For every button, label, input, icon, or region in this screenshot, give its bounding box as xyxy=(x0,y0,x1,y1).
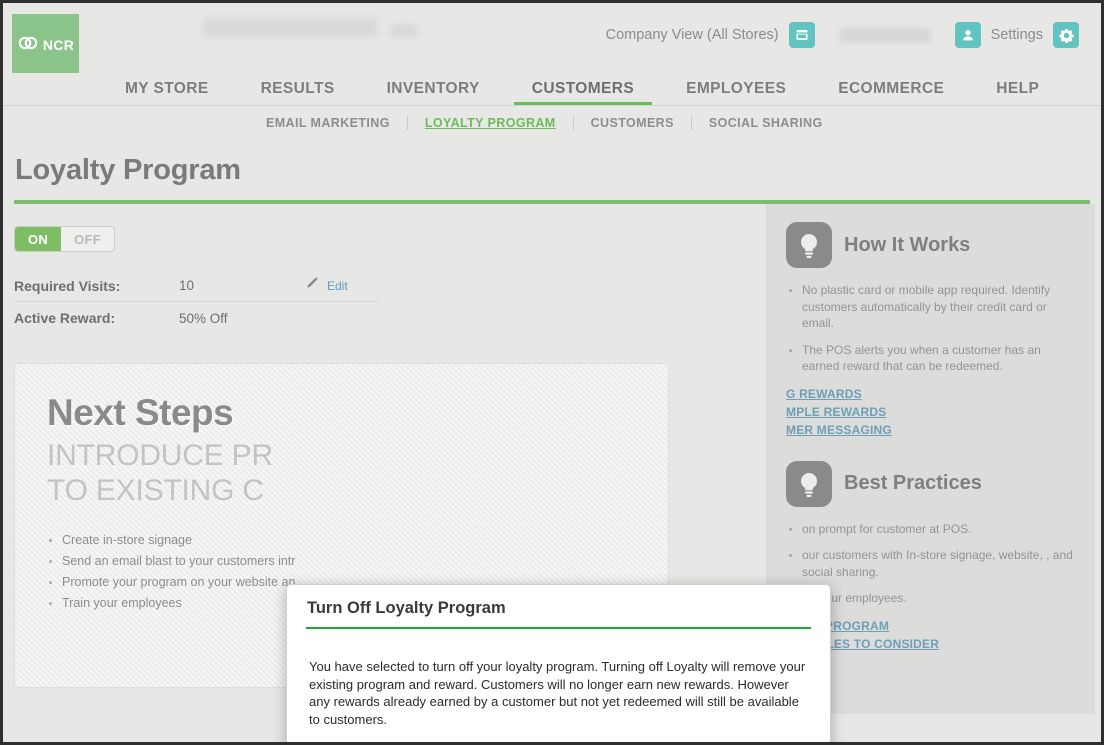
how-it-works-list: No plastic card or mobile app required. … xyxy=(786,282,1075,375)
ncr-logo-text: NCR xyxy=(42,37,75,53)
store-name-blurred xyxy=(203,17,378,37)
next-steps-subtitle-line1: INTRODUCE PR xyxy=(47,439,273,472)
list-item: Send an email blast to your customers in… xyxy=(47,551,636,572)
main-navigation: MY STORE RESULTS INVENTORY CUSTOMERS EMP… xyxy=(3,73,1101,105)
subnav-customers[interactable]: CUSTOMERS xyxy=(574,116,691,130)
modal-title: Turn Off Loyalty Program xyxy=(307,599,506,617)
how-it-works-title: How It Works xyxy=(844,233,971,256)
nav-help[interactable]: HELP xyxy=(970,80,1065,105)
settings-label[interactable]: Settings xyxy=(991,27,1043,43)
user-name-blurred xyxy=(838,27,931,43)
nav-inventory[interactable]: INVENTORY xyxy=(361,80,506,105)
ncr-interlocking-circles-icon xyxy=(17,35,41,56)
user-icon[interactable] xyxy=(954,22,981,48)
store-code-blurred xyxy=(390,24,418,38)
active-reward-value: 50% Off xyxy=(179,310,228,326)
subnav-social-sharing[interactable]: SOCIAL SHARING xyxy=(692,116,840,130)
list-item: on prompt for customer at POS. xyxy=(786,521,1075,538)
best-practices-title: Best Practices xyxy=(844,472,982,494)
page-title: Loyalty Program xyxy=(15,154,241,186)
loyalty-toggle[interactable]: ON OFF xyxy=(14,226,116,252)
company-view-label[interactable]: Company View (All Stores) xyxy=(606,27,779,43)
nav-my-store[interactable]: MY STORE xyxy=(99,80,235,105)
gear-icon[interactable] xyxy=(1053,22,1079,48)
header-actions: Company View (All Stores) Settings xyxy=(606,13,1089,57)
modal-message: You have selected to turn off your loyal… xyxy=(309,659,806,727)
pencil-icon xyxy=(304,275,320,296)
sub-navigation: EMAIL MARKETING LOYALTY PROGRAM CUSTOMER… xyxy=(3,106,1101,140)
next-steps-title: Next Steps xyxy=(47,392,234,433)
subnav-email-marketing[interactable]: EMAIL MARKETING xyxy=(249,116,407,130)
program-details: Required Visits: 10 Edit Active Reward: … xyxy=(14,270,379,334)
next-steps-subtitle: INTRODUCE PR TO EXISTING C xyxy=(47,438,636,508)
best-practices-header: Best Practices xyxy=(786,460,1075,507)
page-body: ON OFF Required Visits: 10 Edit Active R… xyxy=(3,204,1101,742)
top-header: NCR Company View (All Stores) Settings xyxy=(3,3,1101,76)
turn-off-loyalty-modal: Turn Off Loyalty Program You have select… xyxy=(286,584,831,742)
nav-employees[interactable]: EMPLOYEES xyxy=(660,80,812,105)
toggle-on-option[interactable]: ON xyxy=(15,227,62,251)
store-icon[interactable] xyxy=(788,22,815,48)
application-window: NCR Company View (All Stores) Settings M… xyxy=(0,0,1104,745)
lightbulb-icon xyxy=(786,222,832,268)
active-reward-row: Active Reward: 50% Off xyxy=(14,302,379,334)
edit-label[interactable]: Edit xyxy=(327,279,348,293)
nav-ecommerce[interactable]: ECOMMERCE xyxy=(812,80,970,105)
next-steps-subtitle-line2: TO EXISTING C xyxy=(47,474,264,508)
panel-spacer xyxy=(786,439,1075,461)
required-visits-row: Required Visits: 10 Edit xyxy=(14,270,379,302)
how-it-works-header: How It Works xyxy=(786,222,1075,268)
toggle-off-option[interactable]: OFF xyxy=(61,227,114,251)
required-visits-value: 10 xyxy=(179,278,195,293)
active-reward-label: Active Reward: xyxy=(14,310,116,326)
nav-results[interactable]: RESULTS xyxy=(235,80,361,105)
required-visits-label: Required Visits: xyxy=(14,277,121,294)
ncr-logo[interactable]: NCR xyxy=(12,14,79,76)
list-item: Create in-store signage xyxy=(47,530,636,551)
list-item: The POS alerts you when a customer has a… xyxy=(786,342,1075,375)
link-customer-messaging[interactable]: MER MESSAGING xyxy=(786,421,1075,439)
edit-link[interactable]: Edit xyxy=(304,275,348,296)
link-creating-rewards[interactable]: G REWARDS xyxy=(786,385,1075,403)
lightbulb-icon xyxy=(786,460,832,507)
link-sample-rewards[interactable]: MPLE REWARDS xyxy=(786,403,1075,421)
subnav-loyalty-program[interactable]: LOYALTY PROGRAM xyxy=(408,116,573,130)
list-item: our customers with In-store signage, web… xyxy=(786,547,1075,580)
nav-customers[interactable]: CUSTOMERS xyxy=(506,80,660,105)
how-it-works-links: G REWARDS MPLE REWARDS MER MESSAGING xyxy=(786,385,1075,439)
list-item: No plastic card or mobile app required. … xyxy=(786,282,1075,332)
